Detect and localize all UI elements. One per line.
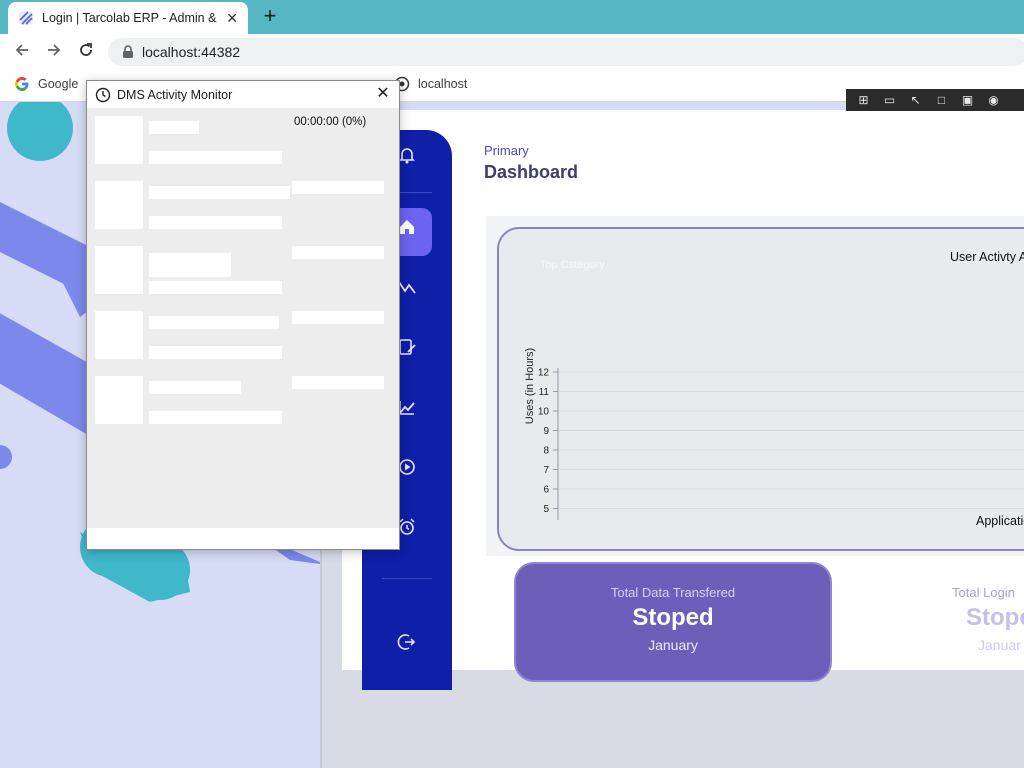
sidebar-divider	[382, 578, 432, 579]
stat-period: January	[648, 637, 698, 653]
stat-value: Stoped	[632, 604, 714, 631]
close-icon[interactable]: ✕	[373, 84, 393, 104]
bookmark-localhost[interactable]: localhost	[394, 76, 467, 92]
loading-line	[149, 186, 290, 199]
chart-y-tick-label: 10	[538, 407, 550, 418]
frame-icon[interactable]: □	[932, 92, 951, 108]
chart-y-tick-label: 7	[543, 465, 549, 476]
chart-y-tick-label: 12	[538, 368, 550, 379]
loading-line	[292, 246, 384, 259]
loading-thumbnail	[95, 376, 143, 424]
screen-icon[interactable]: ▣	[958, 92, 977, 108]
debug-toolbar: ⊞ ▭ ↖ □ ▣ ◉	[846, 89, 1024, 111]
session-timer: 00:00:00 (0%)	[294, 116, 367, 128]
loading-line	[149, 281, 282, 294]
loading-line	[149, 316, 279, 329]
browser-tab-bar: Login | Tarcolab ERP - Admin & D ✕ +	[0, 0, 1024, 34]
stat-label: Total Login	[952, 585, 1015, 600]
url-text: localhost:44382	[142, 44, 241, 60]
window-title: DMS Activity Monitor	[117, 87, 233, 102]
loading-line	[149, 121, 199, 134]
hot-reload-icon[interactable]: ◉	[984, 92, 1003, 108]
chart-y-tick-label: 8	[543, 446, 549, 457]
stat-period: Januar	[978, 637, 1021, 653]
lock-icon	[123, 45, 133, 58]
loading-thumbnail	[95, 181, 143, 229]
reload-icon[interactable]	[74, 40, 98, 64]
activity-list	[87, 108, 399, 528]
back-icon[interactable]	[10, 40, 34, 64]
video-icon[interactable]: ▭	[880, 92, 899, 108]
google-icon	[14, 76, 30, 92]
url-field[interactable]: localhost:44382	[108, 38, 1024, 66]
loading-thumbnail	[95, 116, 143, 164]
bookmark-google[interactable]: Google	[14, 76, 78, 92]
chart-plot: 0123456789101112	[538, 368, 1024, 520]
bookmark-label: Google	[38, 77, 79, 91]
loading-line	[149, 216, 282, 229]
stat-value: Stope	[966, 604, 1024, 631]
stat-label: Total Data Transfered	[610, 585, 736, 600]
bookmark-label: localhost	[418, 77, 468, 91]
loading-line	[149, 253, 231, 277]
browser-tab[interactable]: Login | Tarcolab ERP - Admin & D ✕	[8, 2, 248, 34]
chart-y-tick-label: 11	[539, 387, 550, 398]
pointer-icon[interactable]: ↖	[906, 92, 925, 108]
loading-thumbnail	[95, 311, 143, 359]
window-titlebar[interactable]: DMS Activity Monitor ✕	[87, 81, 399, 108]
loading-line	[292, 311, 384, 324]
page-title: Dashboard	[484, 162, 579, 182]
tab-title: Login | Tarcolab ERP - Admin & D	[42, 11, 221, 25]
loading-line	[292, 181, 384, 194]
loading-line	[292, 376, 384, 389]
tarcolab-favicon-icon	[19, 11, 33, 25]
chart-y-tick-label: 9	[543, 426, 549, 437]
clock-icon	[95, 87, 111, 102]
loading-thumbnail	[95, 246, 143, 294]
dms-activity-monitor-window[interactable]: DMS Activity Monitor ✕ 00:00:00 (0%)	[86, 80, 400, 550]
tab-close-icon[interactable]: ✕	[226, 10, 238, 27]
chart-y-tick-label: 6	[543, 485, 549, 496]
select-element-icon[interactable]: ⊞	[854, 92, 873, 108]
loading-line	[149, 381, 241, 394]
loading-line	[149, 411, 282, 424]
breadcrumb[interactable]: Primary	[484, 143, 529, 158]
new-tab-button[interactable]: +	[258, 5, 282, 29]
loading-line	[149, 346, 282, 359]
address-bar: localhost:44382	[0, 34, 1024, 70]
logout-icon[interactable]	[392, 632, 422, 662]
forward-icon[interactable]	[42, 40, 66, 64]
loading-line	[149, 151, 282, 164]
chart-y-tick-label: 5	[543, 504, 549, 515]
